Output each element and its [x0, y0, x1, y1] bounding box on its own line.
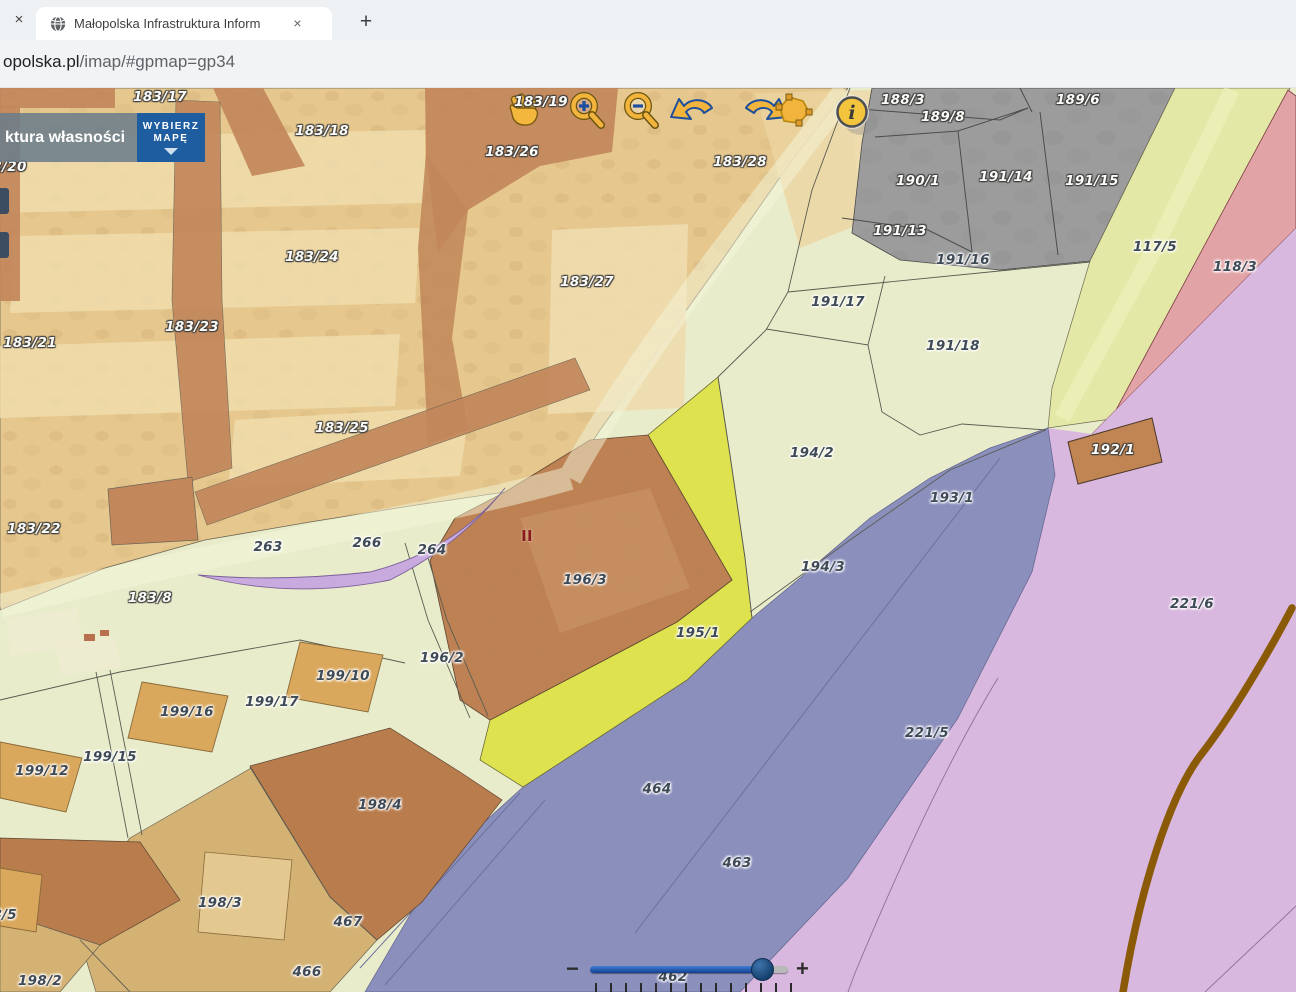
parcel-label: 183/28 [713, 154, 767, 170]
tab-malopolska[interactable]: Małopolska Infrastruktura Inform × [36, 7, 332, 40]
zoom-out-slider-button[interactable]: − [566, 956, 579, 982]
parcel-label: 194/3 [801, 559, 845, 575]
parcel-label: 199/17 [245, 694, 299, 710]
parcel-label: 221/6 [1170, 596, 1214, 612]
parcel-label: 194/2 [790, 445, 834, 461]
parcel-label: 183/19 [514, 94, 568, 110]
scale-tick [670, 983, 672, 992]
parcel-label: 183/24 [285, 249, 339, 265]
globe-icon [50, 16, 66, 32]
scale-ticks [595, 983, 805, 992]
parcel-label: 191/16 [936, 252, 990, 268]
parcel-label: 191/17 [811, 294, 865, 310]
parcel-label: 195/1 [676, 625, 720, 641]
url-path: /imap/#gpmap=gp34 [80, 52, 235, 71]
scale-tick [700, 983, 702, 992]
scale-tick [745, 983, 747, 992]
choose-map-button[interactable]: WYBIERZ MAPĘ [137, 113, 205, 162]
parcel-label: 190/1 [896, 173, 940, 189]
parcel-label: 183/21 [3, 335, 57, 351]
tab-title: Małopolska Infrastruktura Inform [74, 16, 289, 31]
scale-tick [760, 983, 762, 992]
panel-title: ktura własności [0, 129, 125, 147]
parcel-label: 198/2 [18, 973, 62, 989]
svg-text:i: i [848, 102, 855, 124]
choose-map-label-2: MAPĘ [137, 133, 205, 145]
ownership-panel: ktura własności [0, 113, 137, 162]
zoom-slider-fill [590, 966, 763, 973]
tab-strip: × Małopolska Infrastruktura Inform × + [0, 0, 1296, 40]
parcel-label: 198/3 [198, 895, 242, 911]
url-host: opolska.pl [3, 52, 80, 71]
parcel-label: 199/15 [83, 749, 137, 765]
parcel-label: 199/12 [15, 763, 69, 779]
parcel-label: 196/3 [563, 572, 607, 588]
scale-tick [685, 983, 687, 992]
tab-close-icon[interactable]: × [289, 15, 306, 32]
parcel-label: 189/6 [1056, 92, 1100, 108]
parcel-label: 183/25 [315, 420, 369, 436]
panel-tab[interactable] [0, 188, 9, 214]
parcel-label: 191/18 [926, 338, 980, 354]
parcel-label: 189/8 [921, 109, 965, 125]
parcel-label: 463 [722, 855, 751, 871]
scale-tick [730, 983, 732, 992]
scale-tick [595, 983, 597, 992]
parcel-label: 198/5 [0, 907, 17, 923]
choose-map-label-1: WYBIERZ [137, 121, 205, 133]
scale-tick [625, 983, 627, 992]
parcel-label: 183/23 [165, 319, 219, 335]
parcel-label: 188/3 [881, 92, 925, 108]
address-bar[interactable]: opolska.pl/imap/#gpmap=gp34 [0, 40, 1296, 88]
parcel-label: 464 [642, 781, 671, 797]
zoom-in-slider-button[interactable]: + [796, 956, 809, 982]
zoom-slider-track[interactable] [590, 966, 788, 973]
scale-tick [790, 983, 792, 992]
scale-tick [775, 983, 777, 992]
cadastral-map: i [0, 88, 1296, 992]
parcel-label: 118/3 [1213, 259, 1257, 275]
parcel-label: 191/15 [1065, 173, 1119, 189]
parcel-label: 264 [417, 542, 446, 558]
zone-183-8 [108, 477, 198, 545]
parcel-label: 117/5 [1133, 239, 1177, 255]
scale-tick [655, 983, 657, 992]
parcel-label: 191/13 [873, 223, 927, 239]
parcel-label: 196/2 [420, 650, 464, 666]
parcel-label: 467 [333, 914, 362, 930]
scale-tick [610, 983, 612, 992]
parcel-label: 198/4 [358, 797, 402, 813]
url-text: opolska.pl/imap/#gpmap=gp34 [3, 52, 235, 72]
scale-tick [715, 983, 717, 992]
parcel-label: 266 [352, 535, 381, 551]
close-icon[interactable]: × [10, 11, 28, 29]
parcel-label: 193/1 [930, 490, 974, 506]
panel-tab[interactable] [0, 232, 9, 258]
scale-tick [640, 983, 642, 992]
new-tab-button[interactable]: + [352, 8, 380, 36]
browser-window: × Małopolska Infrastruktura Inform × + o… [0, 0, 1296, 992]
parcel-label: 183/17 [133, 89, 187, 105]
chevron-down-icon [164, 148, 178, 155]
parcel-label: 183/26 [485, 144, 539, 160]
parcel-label: 183/22 [7, 521, 61, 537]
map-canvas[interactable]: i 183/17 183/19 188/3189/8 189/6 183/18 183/2… [0, 88, 1296, 992]
zoom-slider-knob[interactable] [751, 958, 774, 981]
parcel-label: II [521, 527, 533, 545]
parcel-label: 221/5 [905, 725, 949, 741]
parcel-label: 466 [292, 964, 321, 980]
parcel-label: 183/27 [560, 274, 614, 290]
parcel-label: 199/16 [160, 704, 214, 720]
parcel-label: 183/18 [295, 123, 349, 139]
parcel-label: 263 [253, 539, 282, 555]
parcel-label: 183/8 [128, 590, 172, 606]
parcel-label: 191/14 [979, 169, 1033, 185]
parcel-label: 192/1 [1091, 442, 1135, 458]
parcel-label: 199/10 [316, 668, 370, 684]
